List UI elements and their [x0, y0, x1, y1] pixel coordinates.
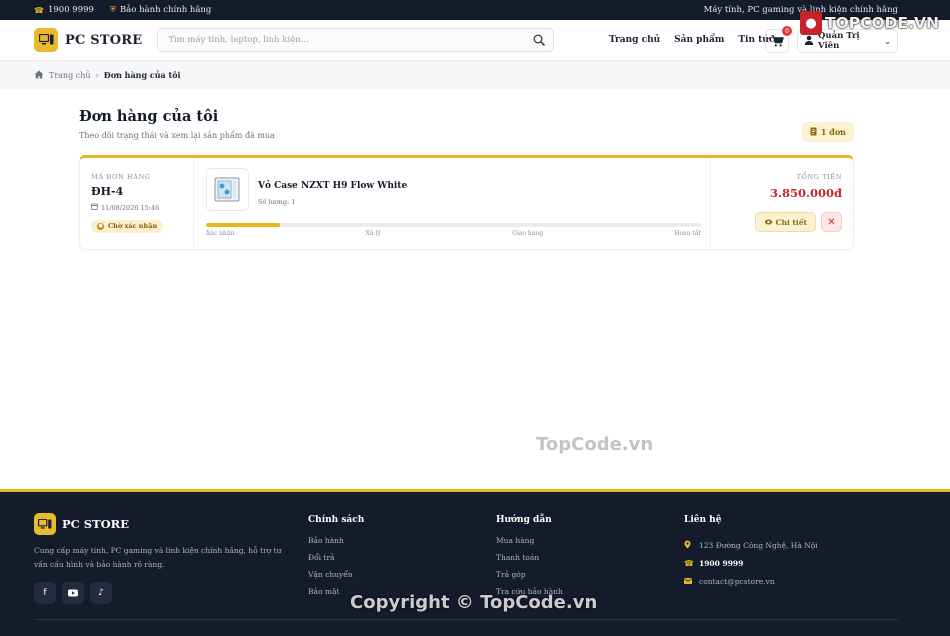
chevron-right-icon: › [95, 70, 99, 80]
view-detail-button[interactable]: Chi tiết [754, 212, 816, 232]
footer-description: Cung cấp máy tính, PC gaming và linh kiệ… [34, 546, 282, 569]
hotline[interactable]: ☎ 1900 9999 [34, 5, 94, 15]
cart-button[interactable]: 0 [765, 26, 792, 53]
order-actions: Chi tiết ✕ [754, 212, 842, 232]
footer-guide: Hướng dẫn Mua hàng Thanh toán Trả góp Tr… [496, 515, 563, 604]
order-total: 3.850.000đ [769, 186, 842, 200]
step-shipping: Giao hàng [512, 230, 544, 237]
calendar-icon [91, 203, 98, 212]
order-count-badge: 1 đơn [801, 122, 854, 142]
nav-products[interactable]: Sản phẩm [674, 35, 724, 45]
order-date: 11/08/2026 15:46 [91, 203, 193, 212]
status-badge: ● Chờ xác nhận [91, 219, 164, 233]
status-text: Chờ xác nhận [108, 222, 158, 230]
pc-icon [34, 28, 58, 52]
contact-phone-text: 1900 9999 [699, 558, 744, 568]
copyright-watermark: Copyright © TopCode.vn [350, 592, 598, 613]
product-thumbnail[interactable] [206, 168, 249, 211]
close-icon: ✕ [827, 216, 836, 228]
order-steps: Xác nhận Xử lý Giao hàng Hoàn tất [206, 230, 701, 237]
footer-pc-icon [34, 513, 56, 535]
footer-brand: PC STORE Cung cấp máy tính, PC gaming và… [34, 513, 286, 604]
total-label: TỔNG TIỀN [796, 173, 842, 181]
policy-link-return[interactable]: Đổi trả [308, 553, 364, 570]
footer: PC STORE Cung cấp máy tính, PC gaming và… [0, 489, 950, 636]
search-icon[interactable] [533, 31, 546, 50]
search-input[interactable] [168, 35, 534, 45]
pc-case-image [214, 177, 239, 201]
warranty-text: Bảo hành chính hãng [119, 5, 212, 15]
footer-brand-name: PC STORE [62, 517, 130, 531]
page-subtitle: Theo dõi trạng thái và xem lại sản phẩm … [79, 131, 275, 140]
policy-link-warranty[interactable]: Bảo hành [308, 536, 364, 553]
clock-icon: ● [97, 222, 104, 230]
product-name[interactable]: Vỏ Case NZXT H9 Flow White [258, 181, 407, 191]
hotline-number: 1900 9999 [47, 5, 94, 15]
step-process: Xử lý [365, 230, 381, 237]
guide-link-buy[interactable]: Mua hàng [496, 536, 563, 553]
contact-address-text: 123 Đường Công Nghệ, Hà Nội [699, 540, 818, 550]
order-progress-bar [206, 223, 701, 227]
social-links: f ♪ [34, 582, 286, 604]
shield-icon: ⛨ [109, 5, 116, 14]
order-id-label: MÃ ĐƠN HÀNG [91, 173, 151, 181]
nav-home[interactable]: Trang chủ [609, 35, 660, 45]
order-id-column: MÃ ĐƠN HÀNG ĐH-4 11/08/2026 15:46 ● Chờ … [80, 158, 194, 250]
topcode-logo-icon: ● [800, 11, 822, 35]
footer-policy: Chính sách Bảo hành Đổi trả Vận chuyển B… [308, 515, 364, 604]
guide-title: Hướng dẫn [496, 515, 552, 525]
home-icon [34, 70, 44, 81]
page-title: Đơn hàng của tôi [79, 108, 219, 125]
order-date-text: 11/08/2026 15:46 [101, 203, 160, 212]
eye-icon [764, 218, 773, 227]
order-count: 1 đơn [820, 127, 846, 137]
step-complete: Hoàn tất [674, 230, 701, 237]
order-progress-fill [206, 223, 281, 227]
contact-email[interactable]: contact@pcstore.vn [684, 572, 818, 590]
phone-icon: ☎ [34, 5, 44, 15]
brand-name: PC STORE [65, 32, 143, 48]
main-nav: Trang chủ Sản phẩm Tin tức [609, 35, 774, 45]
mail-icon [684, 577, 693, 586]
phone-icon: ☎ [684, 558, 694, 568]
footer-logo[interactable]: PC STORE [34, 513, 286, 535]
cancel-order-button[interactable]: ✕ [821, 212, 842, 232]
breadcrumb: Trang chủ › Đơn hàng của tôi [0, 61, 950, 89]
contact-title: Liên hệ [684, 515, 722, 525]
user-icon [804, 35, 814, 48]
product-quantity: Số lượng: 1 [258, 198, 296, 206]
order-id: ĐH-4 [91, 185, 124, 198]
step-confirm: Xác nhận [206, 230, 235, 237]
cart-icon [771, 32, 784, 51]
cart-count-badge: 0 [782, 26, 792, 36]
search-bar [157, 28, 555, 52]
tiktok-icon[interactable]: ♪ [90, 582, 112, 604]
orders-section: Đơn hàng của tôi Theo dõi trạng thái và … [79, 108, 854, 250]
breadcrumb-current: Đơn hàng của tôi [103, 70, 181, 80]
warranty-note: ⛨ Bảo hành chính hãng [110, 5, 211, 15]
topcode-logo-text: TOPCODE.VN [825, 14, 939, 32]
policy-title: Chính sách [308, 515, 365, 525]
policy-link-shipping[interactable]: Vận chuyển [308, 570, 364, 587]
contact-email-text: contact@pcstore.vn [699, 576, 775, 586]
youtube-icon[interactable] [62, 582, 84, 604]
map-pin-icon [684, 540, 693, 551]
footer-contact: Liên hệ 123 Đường Công Nghệ, Hà Nội ☎ 19… [684, 515, 818, 590]
topcode-watermark: TopCode.vn [536, 434, 654, 455]
footer-divider [34, 619, 898, 620]
contact-phone[interactable]: ☎ 1900 9999 [684, 554, 818, 572]
brand-logo[interactable]: PC STORE [34, 28, 142, 52]
contact-address: 123 Đường Công Nghệ, Hà Nội [684, 536, 818, 554]
chevron-down-icon: ⌄ [884, 36, 891, 46]
guide-link-payment[interactable]: Thanh toán [496, 553, 563, 570]
order-total-column: TỔNG TIỀN 3.850.000đ Chi tiết ✕ [710, 158, 853, 250]
view-detail-label: Chi tiết [775, 217, 807, 227]
guide-link-installment[interactable]: Trả góp [496, 570, 563, 587]
topcode-watermark-logo: ● TOPCODE.VN [800, 11, 939, 35]
order-card: MÃ ĐƠN HÀNG ĐH-4 11/08/2026 15:46 ● Chờ … [79, 155, 854, 250]
facebook-icon[interactable]: f [34, 582, 56, 604]
receipt-icon [810, 127, 817, 138]
breadcrumb-home[interactable]: Trang chủ [49, 71, 91, 80]
